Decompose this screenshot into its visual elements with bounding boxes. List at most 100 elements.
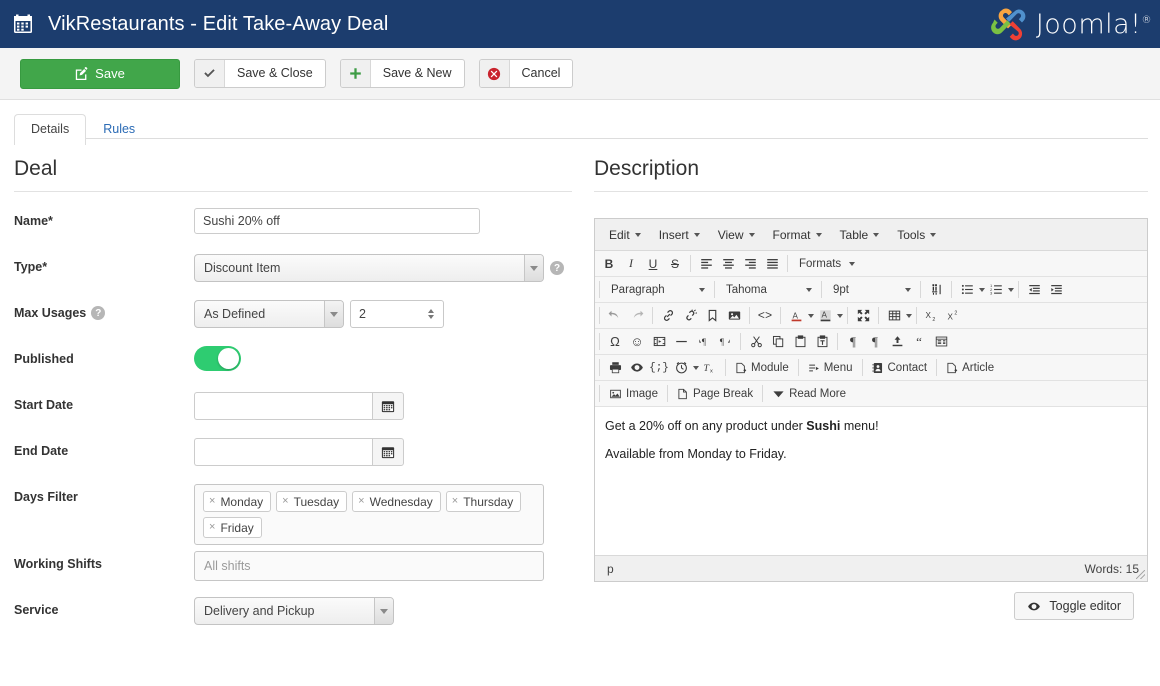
start-date-input[interactable]	[194, 392, 372, 420]
service-select[interactable]: Delivery and Pickup	[194, 597, 394, 625]
start-date-calendar-icon[interactable]	[372, 392, 404, 420]
search-replace-icon[interactable]	[925, 279, 947, 301]
editor-content-area[interactable]: Get a 20% off on any product under Sushi…	[595, 407, 1147, 555]
paste-as-text-icon[interactable]	[811, 331, 833, 353]
cut-icon[interactable]	[745, 331, 767, 353]
insert-menu-button[interactable]: Menu	[803, 357, 858, 379]
insert-datetime-icon[interactable]	[670, 357, 692, 379]
menu-tools[interactable]: Tools	[889, 224, 944, 246]
save-button[interactable]: Save	[20, 58, 180, 89]
days-filter-tagbox[interactable]: × Monday × Tuesday × Wednesday × Thursda…	[194, 484, 544, 545]
remove-tag-icon[interactable]: ×	[209, 522, 215, 533]
show-blocks-icon[interactable]: ¶	[842, 331, 864, 353]
menu-format[interactable]: Format	[765, 224, 830, 246]
import-icon[interactable]	[886, 331, 908, 353]
remove-tag-icon[interactable]: ×	[452, 496, 458, 507]
emoticon-icon[interactable]: ☺	[626, 331, 648, 353]
align-justify-icon[interactable]	[761, 253, 783, 275]
link-icon[interactable]	[657, 305, 679, 327]
background-color-icon[interactable]: A	[814, 305, 836, 327]
editor-element-path[interactable]: p	[607, 562, 614, 576]
print-icon[interactable]	[604, 357, 626, 379]
preview-icon[interactable]	[626, 357, 648, 379]
insert-media-icon[interactable]	[648, 331, 670, 353]
cancel-button[interactable]: Cancel	[478, 59, 574, 88]
insert-image-button[interactable]: Image	[604, 383, 663, 405]
insert-module-button[interactable]: Module	[730, 357, 794, 379]
numbered-list-icon[interactable]: 123	[985, 279, 1007, 301]
source-code-icon[interactable]: <>	[754, 305, 776, 327]
name-input[interactable]	[194, 208, 480, 234]
copy-icon[interactable]	[767, 331, 789, 353]
tag-wednesday[interactable]: × Wednesday	[352, 491, 441, 512]
paste-icon[interactable]	[789, 331, 811, 353]
remove-tag-icon[interactable]: ×	[358, 496, 364, 507]
rtl-icon[interactable]: ¶	[714, 331, 736, 353]
bold-icon[interactable]: B	[598, 253, 620, 275]
code-sample-icon[interactable]: {;}	[648, 357, 670, 379]
chevron-down-icon[interactable]	[324, 301, 343, 327]
outdent-icon[interactable]	[1023, 279, 1045, 301]
tag-tuesday[interactable]: × Tuesday	[276, 491, 348, 512]
toggle-editor-button[interactable]: Toggle editor	[1014, 592, 1134, 620]
remove-format-icon[interactable]: Tx	[699, 357, 721, 379]
superscript-icon[interactable]: X2	[943, 305, 965, 327]
horizontal-rule-icon[interactable]	[670, 331, 692, 353]
max-usages-help-icon[interactable]: ?	[91, 306, 106, 320]
bullet-list-icon[interactable]	[956, 279, 978, 301]
chevron-down-icon[interactable]	[374, 598, 393, 624]
align-right-icon[interactable]	[739, 253, 761, 275]
template-icon[interactable]	[930, 331, 952, 353]
working-shifts-input[interactable]: All shifts	[194, 551, 544, 581]
redo-icon[interactable]	[626, 305, 648, 327]
menu-insert[interactable]: Insert	[651, 224, 708, 246]
type-select[interactable]: Discount Item	[194, 254, 544, 282]
tab-rules[interactable]: Rules	[86, 114, 152, 145]
insert-article-button[interactable]: Article	[941, 357, 999, 379]
tag-friday[interactable]: × Friday	[203, 517, 262, 538]
special-character-icon[interactable]: Ω	[604, 331, 626, 353]
text-color-icon[interactable]: A	[785, 305, 807, 327]
end-date-input[interactable]	[194, 438, 372, 466]
strikethrough-icon[interactable]: S	[664, 253, 686, 275]
menu-edit[interactable]: Edit	[601, 224, 649, 246]
menu-table[interactable]: Table	[832, 224, 888, 246]
page-break-button[interactable]: Page Break	[672, 383, 758, 405]
insert-image-icon[interactable]	[723, 305, 745, 327]
tag-monday[interactable]: × Monday	[203, 491, 272, 512]
max-usages-stepper[interactable]: 2	[350, 300, 444, 328]
indent-icon[interactable]	[1045, 279, 1067, 301]
stepper-arrows-icon[interactable]	[428, 309, 434, 319]
fullscreen-icon[interactable]	[852, 305, 874, 327]
save-close-button[interactable]: Save & Close	[194, 59, 326, 88]
visual-chars-icon[interactable]: ¶	[864, 331, 886, 353]
tag-thursday[interactable]: × Thursday	[445, 491, 522, 512]
remove-tag-icon[interactable]: ×	[282, 496, 288, 507]
italic-icon[interactable]: I	[620, 253, 642, 275]
align-left-icon[interactable]	[695, 253, 717, 275]
font-family-select[interactable]: Tahoma	[719, 279, 817, 300]
font-size-select[interactable]: 9pt	[826, 279, 916, 300]
menu-view[interactable]: View	[710, 224, 763, 246]
end-date-calendar-icon[interactable]	[372, 438, 404, 466]
table-icon[interactable]	[883, 305, 905, 327]
save-new-button[interactable]: Save & New	[339, 59, 465, 88]
unlink-icon[interactable]	[679, 305, 701, 327]
subscript-icon[interactable]: X2	[921, 305, 943, 327]
ltr-icon[interactable]: ¶	[692, 331, 714, 353]
insert-contact-button[interactable]: Contact	[867, 357, 933, 379]
formats-select[interactable]: Formats	[792, 253, 860, 274]
block-format-select[interactable]: Paragraph	[604, 279, 710, 300]
type-help-icon[interactable]: ?	[550, 261, 564, 275]
anchor-icon[interactable]	[701, 305, 723, 327]
max-usages-mode-select[interactable]: As Defined	[194, 300, 344, 328]
read-more-button[interactable]: Read More	[767, 383, 851, 405]
editor-resize-handle[interactable]	[1136, 570, 1145, 579]
remove-tag-icon[interactable]: ×	[209, 496, 215, 507]
align-center-icon[interactable]	[717, 253, 739, 275]
published-toggle[interactable]	[194, 346, 241, 371]
tab-details[interactable]: Details	[14, 114, 87, 145]
undo-icon[interactable]	[604, 305, 626, 327]
blockquote-icon[interactable]: “	[908, 331, 930, 353]
chevron-down-icon[interactable]	[524, 255, 543, 281]
